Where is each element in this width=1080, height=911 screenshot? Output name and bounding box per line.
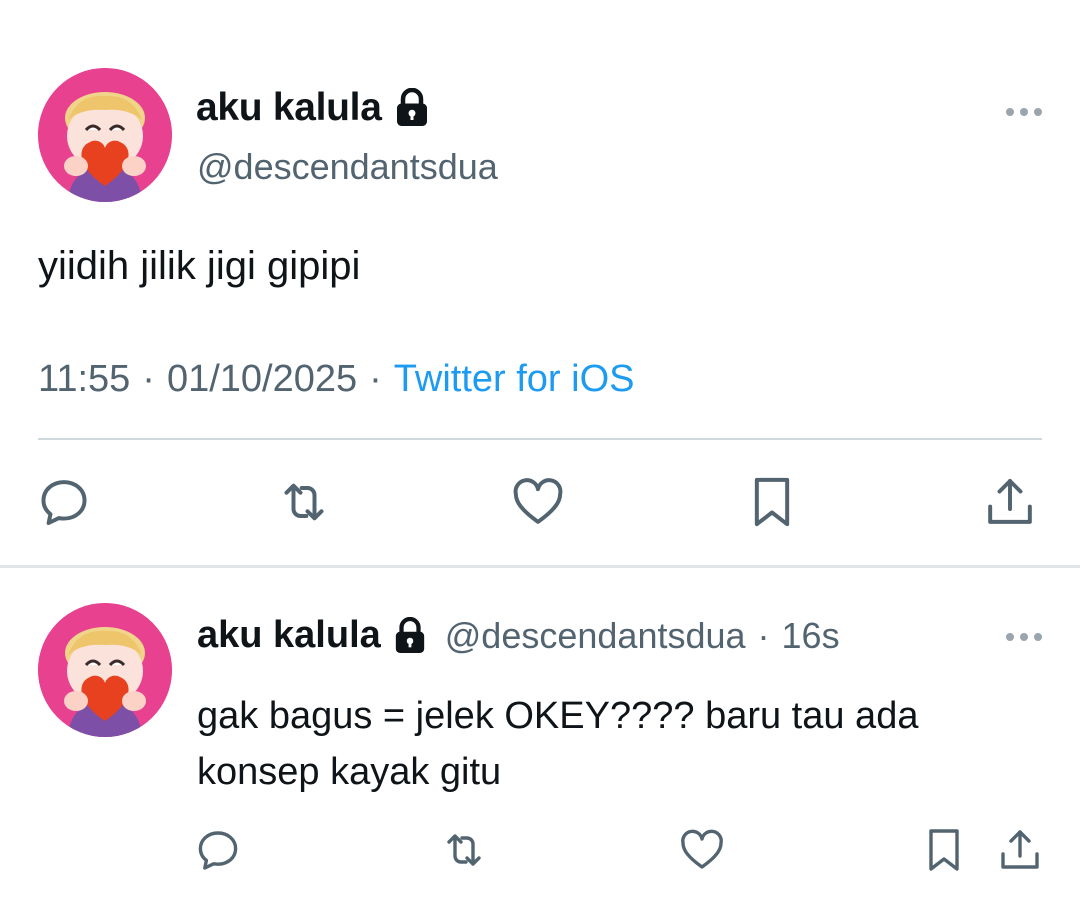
main-tweet-meta: 11:55 · 01/10/2025 · Twitter for iOS — [38, 358, 635, 401]
reply-icon[interactable] — [194, 826, 242, 874]
meta-divider — [38, 438, 1042, 440]
tweet-source-link[interactable]: Twitter for iOS — [394, 358, 635, 400]
reply-icon[interactable] — [36, 474, 92, 530]
lock-icon — [394, 88, 430, 128]
meta-separator: · — [369, 358, 382, 400]
more-options-icon[interactable] — [1004, 106, 1044, 118]
share-icon[interactable] — [996, 826, 1044, 874]
meta-separator: · — [142, 358, 155, 400]
reply-display-name[interactable]: aku kalula — [197, 614, 381, 657]
share-icon[interactable] — [982, 474, 1038, 530]
main-display-name[interactable]: aku kalula — [196, 86, 382, 130]
reply-avatar[interactable] — [38, 603, 172, 737]
like-icon[interactable] — [510, 474, 566, 530]
main-avatar[interactable] — [38, 68, 172, 202]
tweet-date[interactable]: 01/10/2025 — [167, 358, 357, 400]
reply-handle[interactable]: @descendantsdua — [445, 615, 746, 657]
retweet-icon[interactable] — [276, 474, 332, 530]
reply-age[interactable]: 16s — [782, 615, 840, 657]
main-display-name-row: aku kalula — [196, 86, 430, 130]
section-divider — [0, 565, 1080, 568]
bookmark-icon[interactable] — [744, 474, 800, 530]
main-handle[interactable]: @descendantsdua — [197, 146, 498, 188]
avatar-illustration — [38, 603, 172, 737]
lock-icon — [393, 616, 427, 655]
like-icon[interactable] — [678, 826, 726, 874]
reply-separator: · — [757, 614, 770, 656]
main-tweet-text: yiidih jilik jigi gipipi — [38, 244, 361, 288]
tweet-time[interactable]: 11:55 — [38, 358, 130, 400]
bookmark-icon[interactable] — [920, 826, 968, 874]
reply-more-options-icon[interactable] — [1004, 631, 1044, 643]
avatar-illustration — [38, 68, 172, 202]
reply-header: aku kalula @descendantsdua · 16s — [197, 614, 840, 657]
retweet-icon[interactable] — [440, 826, 488, 874]
reply-text: gak bagus = jelek OKEY???? baru tau ada … — [197, 695, 919, 793]
